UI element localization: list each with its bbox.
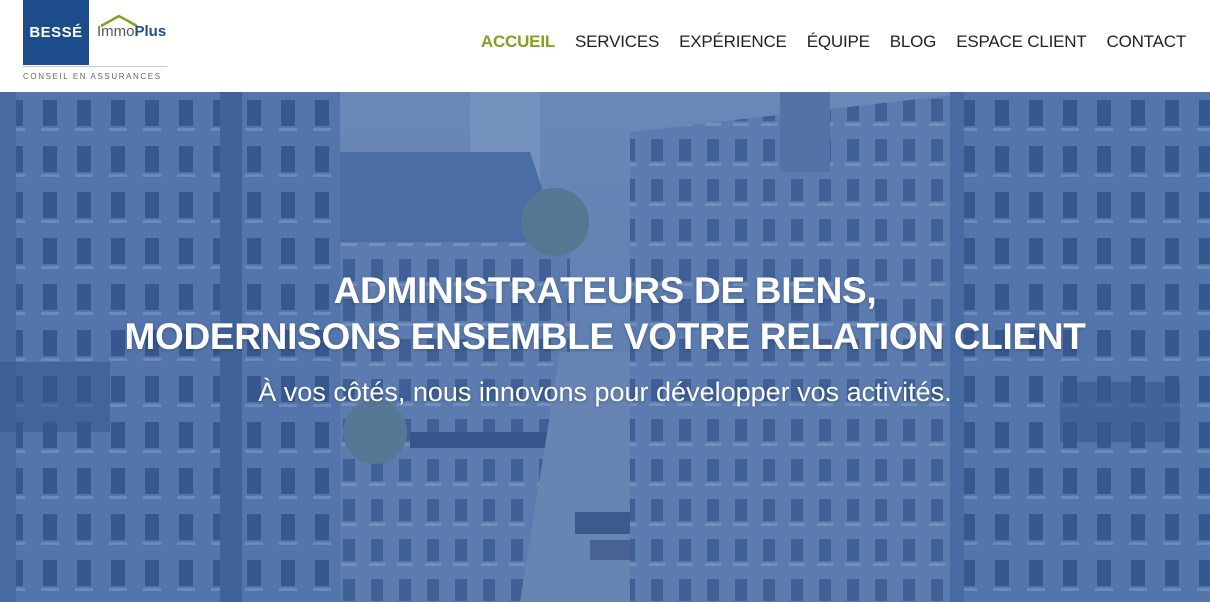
besse-immoplus-logo[interactable]: BESSÉ ImmoPlus CONSEIL EN ASSURANCES — [23, 0, 183, 86]
site-header: BESSÉ ImmoPlus CONSEIL EN ASSURANCES ACC… — [0, 0, 1210, 92]
nav-item-blog[interactable]: BLOG — [890, 32, 937, 52]
logo-divider — [23, 66, 167, 67]
hero-title: ADMINISTRATEURS DE BIENS, MODERNISONS EN… — [0, 268, 1210, 360]
nav-item-services[interactable]: SERVICES — [575, 32, 659, 52]
hero-banner: ADMINISTRATEURS DE BIENS, MODERNISONS EN… — [0, 92, 1210, 602]
nav-item-equipe[interactable]: ÉQUIPE — [807, 32, 870, 52]
hero-title-line-1: ADMINISTRATEURS DE BIENS, — [333, 270, 877, 311]
logo-tagline: CONSEIL EN ASSURANCES — [23, 72, 162, 81]
logo-immoplus-text: ImmoPlus — [97, 23, 166, 40]
nav-item-espace-client[interactable]: ESPACE CLIENT — [956, 32, 1086, 52]
nav-item-accueil[interactable]: ACCUEIL — [481, 32, 555, 52]
hero-subtitle: À vos côtés, nous innovons pour développ… — [258, 377, 952, 407]
nav-item-experience[interactable]: EXPÉRIENCE — [679, 32, 787, 52]
besse-logo-box: BESSÉ — [23, 0, 89, 65]
nav-item-contact[interactable]: CONTACT — [1107, 32, 1187, 52]
main-navigation: ACCUEIL SERVICES EXPÉRIENCE ÉQUIPE BLOG … — [461, 32, 1186, 52]
hero-title-line-2: MODERNISONS ENSEMBLE VOTRE RELATION CLIE… — [124, 316, 1086, 357]
logo-brand-text: BESSÉ — [29, 24, 83, 41]
logo-immo-text: Immo — [97, 23, 135, 40]
logo-plus-text: Plus — [134, 23, 167, 40]
